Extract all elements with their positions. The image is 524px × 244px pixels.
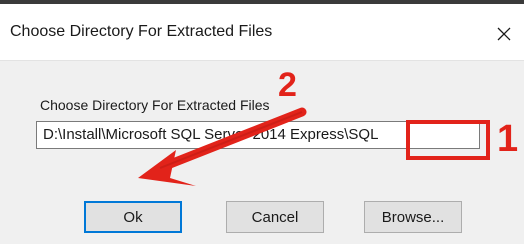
dialog-title: Choose Directory For Extracted Files <box>10 23 273 40</box>
directory-path-input[interactable]: D:\Install\Microsoft SQL Server 2014 Exp… <box>36 121 480 149</box>
extract-dialog: Choose Directory For Extracted Files Cho… <box>0 4 524 244</box>
directory-label: Choose Directory For Extracted Files <box>40 97 270 113</box>
cancel-button[interactable]: Cancel <box>226 201 324 233</box>
close-icon <box>497 27 511 41</box>
ok-button[interactable]: Ok <box>84 201 182 233</box>
title-bar[interactable]: Choose Directory For Extracted Files <box>0 4 524 60</box>
close-button[interactable] <box>484 12 524 56</box>
browse-button[interactable]: Browse... <box>364 201 462 233</box>
dialog-body: Choose Directory For Extracted Files D:\… <box>0 60 524 244</box>
